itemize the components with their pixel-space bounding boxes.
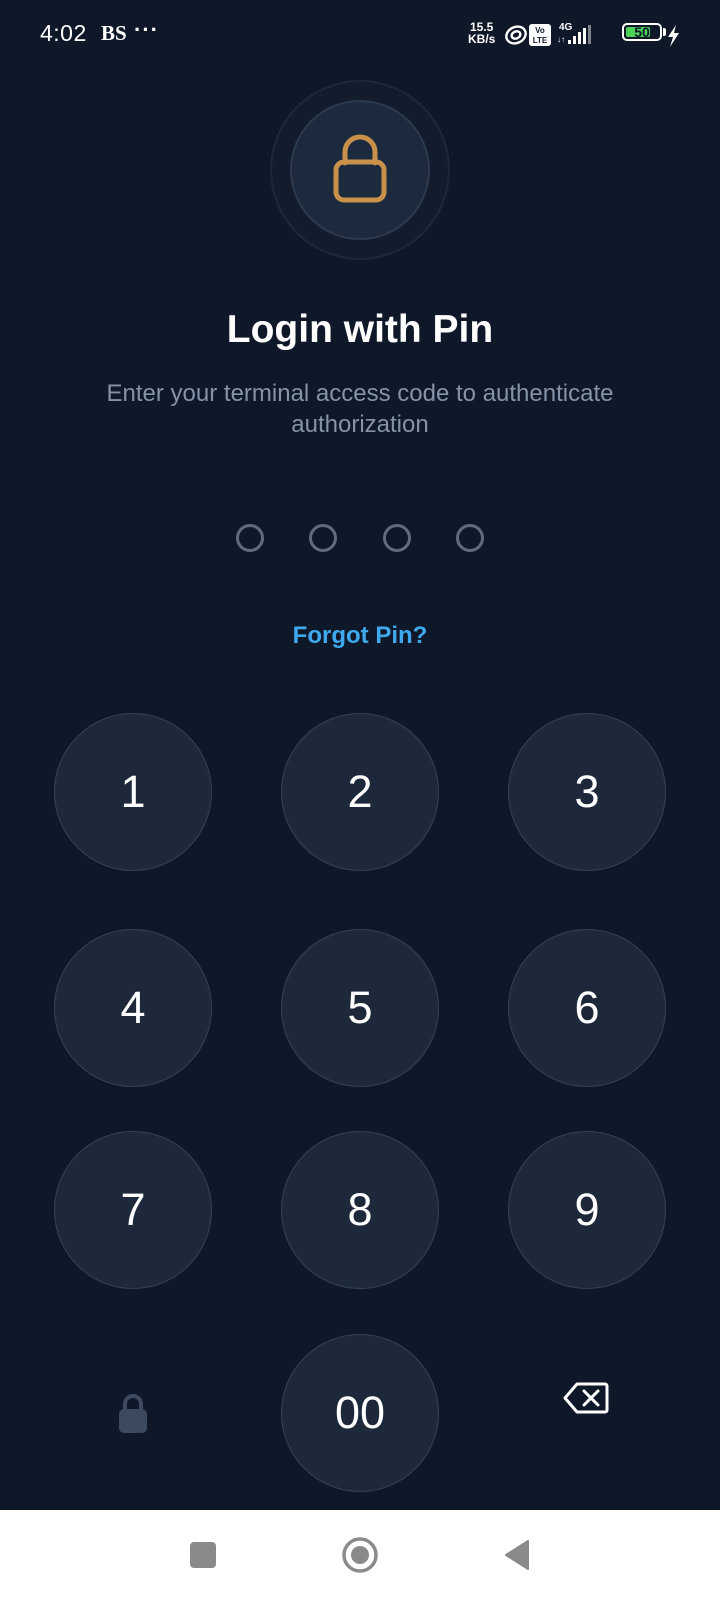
pin-dot bbox=[456, 524, 484, 552]
backspace-button[interactable] bbox=[546, 1358, 626, 1438]
pin-indicator bbox=[0, 524, 720, 552]
battery-icon: 50 bbox=[622, 23, 662, 41]
keypad-key-2[interactable]: 2 bbox=[281, 713, 439, 871]
network-speed-unit: KB/s bbox=[468, 32, 496, 46]
page-title: Login with Pin bbox=[226, 308, 494, 351]
pin-dot bbox=[383, 524, 411, 552]
keypad-lock-button[interactable] bbox=[93, 1373, 173, 1453]
backspace-icon bbox=[563, 1382, 609, 1414]
battery-nub bbox=[663, 28, 666, 36]
home-icon bbox=[342, 1537, 378, 1573]
pin-dot bbox=[309, 524, 337, 552]
more-notifications-icon: ··· bbox=[134, 17, 159, 42]
keypad-key-5[interactable]: 5 bbox=[281, 929, 439, 1087]
keypad-key-3[interactable]: 3 bbox=[508, 713, 666, 871]
back-button[interactable] bbox=[477, 1510, 557, 1600]
recents-icon bbox=[190, 1542, 216, 1568]
keypad-key-6[interactable]: 6 bbox=[508, 929, 666, 1087]
hotspot-icon bbox=[505, 25, 527, 45]
home-button[interactable] bbox=[320, 1510, 400, 1600]
svg-text:4G: 4G bbox=[559, 22, 573, 33]
status-bar: 4:02 BS ··· 15.5 KB/s Vo LTE 4G ↓↑ 50 bbox=[0, 0, 720, 66]
forgot-pin-link[interactable]: Forgot Pin? bbox=[0, 622, 720, 650]
keypad-key-1[interactable]: 1 bbox=[54, 713, 212, 871]
back-icon bbox=[505, 1540, 529, 1570]
system-nav-bar bbox=[0, 1510, 720, 1600]
pin-login-screen: 4:02 BS ··· 15.5 KB/s Vo LTE 4G ↓↑ 50 Lo… bbox=[0, 0, 720, 1600]
battery-level: 50 bbox=[634, 24, 650, 40]
page-subtitle: Enter your terminal access code to authe… bbox=[106, 380, 614, 438]
lock-icon bbox=[119, 1394, 147, 1433]
network-speed: 15.5 KB/s bbox=[468, 21, 495, 45]
svg-text:LTE: LTE bbox=[533, 36, 548, 45]
keypad-key-4[interactable]: 4 bbox=[54, 929, 212, 1087]
status-time: 4:02 bbox=[40, 20, 87, 46]
lock-emblem bbox=[290, 100, 430, 240]
keypad-key-8[interactable]: 8 bbox=[281, 1131, 439, 1289]
volte-icon: Vo LTE bbox=[529, 24, 551, 46]
svg-text:Vo: Vo bbox=[535, 26, 545, 35]
keypad-key-7[interactable]: 7 bbox=[54, 1131, 212, 1289]
pin-dot bbox=[236, 524, 264, 552]
lock-icon bbox=[333, 134, 387, 203]
status-carrier: BS bbox=[101, 21, 127, 45]
keypad-key-9[interactable]: 9 bbox=[508, 1131, 666, 1289]
keypad-key-00[interactable]: 00 bbox=[281, 1334, 439, 1492]
recents-button[interactable] bbox=[163, 1510, 243, 1600]
charging-icon bbox=[668, 25, 679, 47]
signal-icon: 4G ↓↑ bbox=[557, 22, 591, 44]
svg-text:↓↑: ↓↑ bbox=[557, 35, 565, 44]
